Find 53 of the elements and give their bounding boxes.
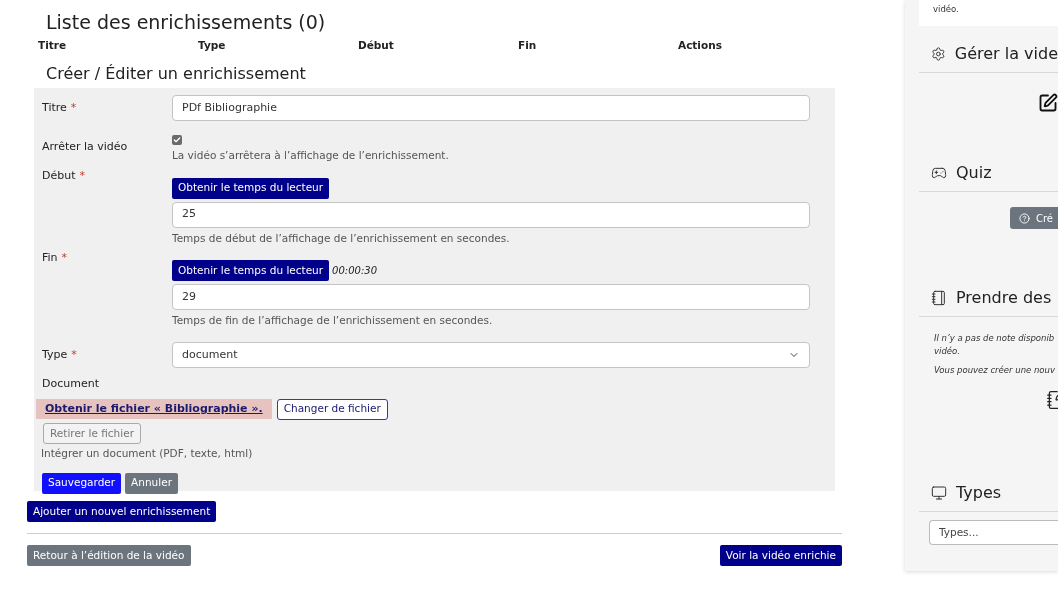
change-file-button[interactable]: Changer de fichier (276, 398, 388, 420)
form-title: Créer / Éditer un enrichissement (45, 62, 307, 85)
add-enrichment-button[interactable]: Ajouter un nouvel enrichissement (27, 501, 217, 523)
input-field[interactable]: PDf Bibliographie (172, 94, 810, 121)
get-time-button[interactable]: Obtenir le temps du lecteur (172, 177, 330, 199)
required-mark: * (61, 250, 68, 267)
file-link[interactable]: Obtenir le fichier « Bibliographie ». (36, 398, 272, 420)
help-text: Intégrer un document (PDF, texte, html) (41, 445, 254, 461)
column-header: Début (358, 38, 395, 53)
note-text: vidéo. (934, 344, 961, 358)
required-mark: * (70, 99, 77, 116)
help-text: Temps de début de l’affichage de l’enrichissement en secondes. (172, 230, 511, 246)
cancel-button[interactable]: Annuler (125, 472, 178, 494)
card-text: vidéo. (933, 5, 959, 13)
field-label: Titre (42, 99, 67, 116)
list-title: Liste des enrichissements (0) (45, 10, 327, 35)
note-text: Vous pouvez créer une nouv (934, 363, 1056, 377)
field-label: Document (42, 376, 100, 392)
settings-icon (931, 46, 946, 62)
get-time-button[interactable]: Obtenir le temps du lecteur (172, 260, 330, 282)
remove-file-button[interactable]: Retirer le fichier (43, 422, 141, 444)
required-mark: * (79, 167, 85, 184)
help-text: La vidéo s’arrêtera à l’affichage de l’enrichissement. (172, 147, 449, 163)
column-header: Fin (518, 38, 538, 53)
time-text: 00:00:30 (332, 264, 377, 279)
gamepad-icon (931, 165, 947, 181)
required-mark: * (71, 346, 77, 363)
view-video-button[interactable]: Voir la vidéo enrichie (719, 545, 842, 567)
checkbox[interactable] (172, 134, 182, 145)
column-header: Actions (678, 38, 723, 53)
field-label: Début (42, 167, 76, 184)
type-select[interactable]: document (172, 342, 810, 368)
section-title: Prendre des (956, 287, 1052, 309)
create-quiz-button[interactable]: Cré (1009, 207, 1058, 229)
section-title: Quiz (956, 162, 992, 184)
input-field[interactable]: 29 (172, 284, 810, 311)
field-label: Fin (42, 250, 58, 267)
field-label: Type (42, 346, 68, 363)
monitor-icon (931, 485, 947, 501)
column-header: Type (198, 38, 227, 53)
types-field[interactable]: Types... (929, 519, 1058, 545)
section-title: Gérer la vide (954, 43, 1058, 65)
field-label: Arrêter la vidéo (42, 138, 128, 155)
back-button[interactable]: Retour à l’édition de la vidéo (27, 545, 191, 567)
section-title: Types (956, 482, 1002, 504)
input-field[interactable]: 25 (172, 201, 810, 228)
notebook-icon (931, 290, 947, 306)
save-button[interactable]: Sauvegarder (42, 472, 122, 494)
note-text: Il n’y a pas de note disponib (934, 332, 1056, 345)
edit-icon[interactable] (1038, 93, 1058, 113)
column-header: Titre (38, 38, 68, 53)
help-text: Temps de fin de l’affichage de l’enrichissement en secondes. (172, 313, 494, 329)
help-icon (1018, 212, 1030, 224)
